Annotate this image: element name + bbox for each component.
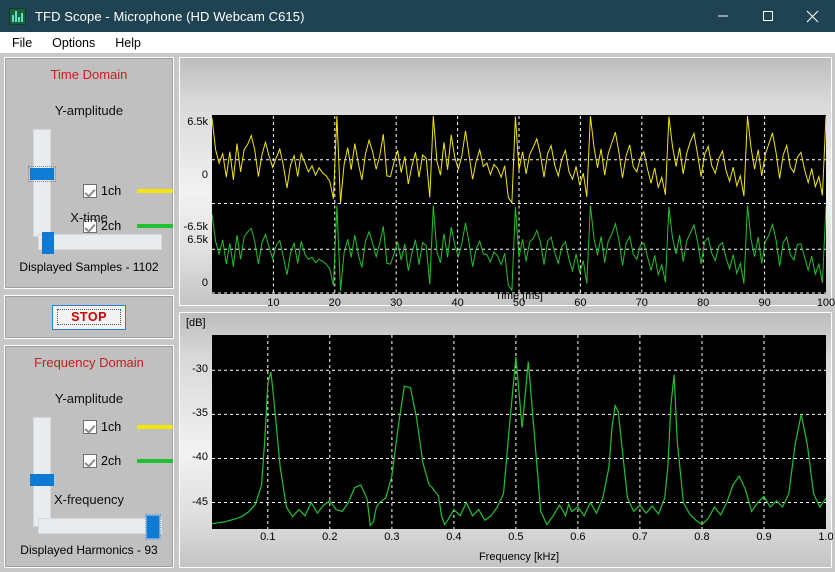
frequency-domain-plot-canvas[interactable] — [212, 335, 826, 529]
minimize-icon[interactable] — [700, 0, 745, 32]
td-ytick-top-2: 6.5k — [187, 234, 208, 246]
frequency-domain-xtick: 0.5 — [508, 531, 524, 543]
frequency-domain-xtick: 0.8 — [694, 531, 710, 543]
td-ytick-bot-1: -6.5k — [183, 221, 208, 233]
time-domain-ch1-legend-line — [137, 189, 174, 193]
frequency-domain-ch2-checkbox[interactable] — [83, 454, 97, 468]
title-bar: TFD Scope - Microphone (HD Webcam C615) — [0, 0, 835, 32]
maximize-icon[interactable] — [745, 0, 790, 32]
fd-ytick-0: -30 — [192, 363, 208, 376]
close-icon[interactable] — [790, 0, 835, 32]
time-domain-panel: Time Domain Y-amplitude 1ch 2ch X-time D… — [4, 57, 174, 289]
time-domain-x-slider[interactable] — [38, 232, 162, 254]
time-domain-ch1-checkbox[interactable] — [83, 184, 97, 198]
transport-panel: STOP — [4, 295, 174, 339]
time-domain-title: Time Domain — [50, 67, 128, 82]
menu-item-help[interactable]: Help — [111, 34, 151, 52]
frequency-domain-xtick: 0.6 — [570, 531, 586, 543]
window-title: TFD Scope - Microphone (HD Webcam C615) — [35, 8, 305, 24]
frequency-domain-xtick: 0.2 — [322, 531, 338, 543]
frequency-domain-y-slider[interactable] — [30, 417, 54, 527]
time-domain-chart: 6.5k 0 -6.5k 6.5k 0 -6.5k 10203040506070… — [179, 57, 835, 342]
app-window: TFD Scope - Microphone (HD Webcam C615) … — [0, 0, 835, 572]
bar-chart-icon — [9, 7, 26, 25]
frequency-domain-xtick: 0.4 — [446, 531, 462, 543]
time-domain-plot-canvas[interactable] — [212, 115, 826, 294]
frequency-domain-title: Frequency Domain — [34, 355, 144, 370]
frequency-domain-ch2-legend-line — [137, 459, 174, 463]
frequency-domain-chart: [dB] -30 -35 -40 -45 0.1 0.2 0.3 0.4 0.5 0.6 0… — [179, 312, 834, 568]
menu-bar: File Options Help — [0, 32, 835, 53]
frequency-domain-x-label: X-frequency — [53, 492, 125, 507]
frequency-domain-xtick: 0.7 — [632, 531, 648, 543]
frequency-domain-unit-label: [dB] — [186, 317, 206, 329]
window-controls — [700, 0, 835, 32]
time-domain-ch1-row: 1ch — [83, 184, 174, 198]
time-domain-x-axis-title: Time [ms] — [495, 290, 543, 302]
time-domain-ch1-label: 1ch — [101, 184, 122, 198]
frequency-domain-ch2-row: 2ch — [83, 454, 174, 468]
frequency-domain-panel: Frequency Domain Y-amplitude 1ch 2ch X-f… — [4, 345, 174, 568]
frequency-domain-y-slider-thumb[interactable] — [30, 474, 54, 486]
td-ytick-mid-2: 0 — [201, 277, 208, 289]
time-domain-y-label: Y-amplitude — [54, 103, 124, 118]
frequency-domain-xtick: 0.9 — [756, 531, 772, 543]
frequency-domain-ch1-row: 1ch — [83, 420, 174, 434]
fd-ytick-3: -45 — [192, 495, 208, 508]
scope-area: 6.5k 0 -6.5k 6.5k 0 -6.5k 10203040506070… — [179, 57, 835, 568]
frequency-domain-x-axis-title: Frequency [kHz] — [478, 551, 560, 563]
td-ytick-top-1: 6.5k — [187, 116, 208, 128]
time-domain-y-slider-thumb[interactable] — [28, 166, 56, 182]
time-domain-x-slider-thumb[interactable] — [42, 232, 54, 254]
control-panel: Time Domain Y-amplitude 1ch 2ch X-time D… — [4, 57, 174, 568]
menu-item-file[interactable]: File — [8, 34, 42, 52]
frequency-domain-x-slider-thumb[interactable] — [145, 514, 161, 540]
frequency-domain-ch1-label: 1ch — [101, 420, 122, 434]
stop-button[interactable]: STOP — [52, 304, 126, 330]
displayed-harmonics-readout: Displayed Harmonics - 93 — [20, 543, 158, 557]
frequency-domain-ch1-legend-line — [137, 425, 174, 429]
frequency-domain-xtick: 0.1 — [260, 531, 276, 543]
frequency-domain-xtick: 1.0 — [818, 531, 834, 543]
time-domain-x-label: X-time — [70, 210, 108, 225]
frequency-domain-y-label: Y-amplitude — [54, 391, 124, 406]
main-body: Time Domain Y-amplitude 1ch 2ch X-time D… — [0, 53, 835, 572]
frequency-domain-xtick: 0.3 — [384, 531, 400, 543]
frequency-domain-x-slider[interactable] — [38, 514, 162, 540]
menu-item-options[interactable]: Options — [48, 34, 105, 52]
td-ytick-mid-1: 0 — [201, 169, 208, 181]
stop-button-label: STOP — [57, 308, 121, 326]
frequency-domain-ch2-label: 2ch — [101, 454, 122, 468]
fd-ytick-1: -35 — [192, 407, 208, 420]
displayed-samples-readout: Displayed Samples - 1102 — [19, 260, 159, 274]
frequency-domain-ch1-checkbox[interactable] — [83, 420, 97, 434]
fd-ytick-2: -40 — [192, 451, 208, 464]
